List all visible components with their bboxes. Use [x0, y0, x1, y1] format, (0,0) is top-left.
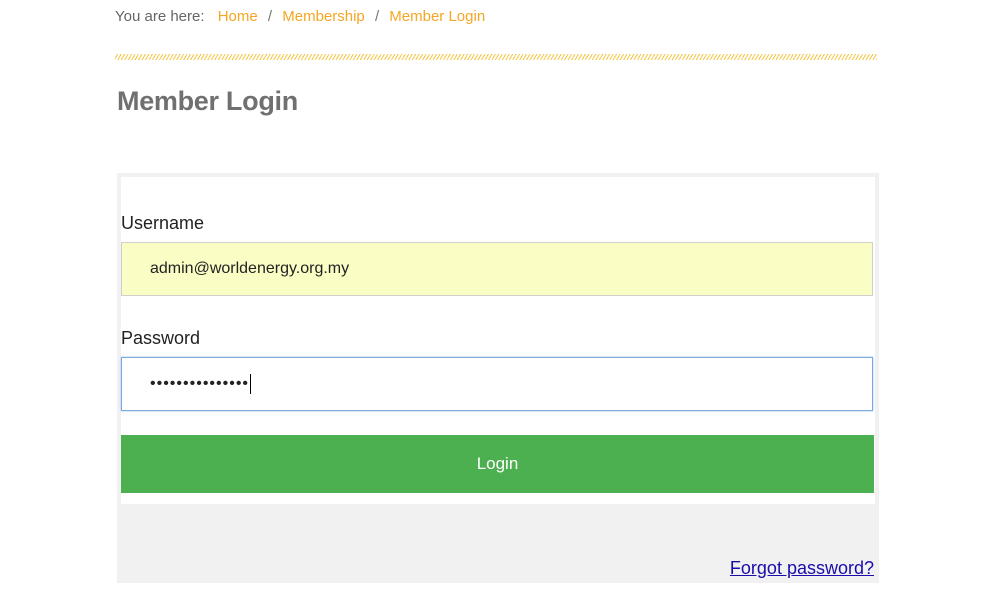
password-masked-value: ••••••••••••••• — [150, 375, 250, 392]
username-input[interactable] — [121, 242, 873, 296]
username-label: Username — [121, 213, 205, 233]
page: You are here: Home / Membership / Member… — [0, 0, 1000, 600]
breadcrumb: You are here: Home / Membership / Member… — [115, 8, 485, 25]
breadcrumb-member-login-link[interactable]: Member Login — [389, 8, 485, 25]
password-label: Password — [121, 328, 201, 348]
text-caret — [250, 374, 252, 394]
login-form-panel: Username Password ••••••••••••••• Login … — [117, 173, 879, 583]
hatched-divider — [115, 54, 877, 60]
login-button[interactable]: Login — [121, 435, 874, 493]
page-title: Member Login — [117, 86, 298, 116]
breadcrumb-separator: / — [374, 8, 380, 25]
breadcrumb-separator: / — [267, 8, 273, 25]
login-form: Username Password ••••••••••••••• Login — [121, 177, 875, 504]
forgot-password-link[interactable]: Forgot password? — [730, 558, 874, 579]
breadcrumb-home-link[interactable]: Home — [218, 8, 258, 25]
breadcrumb-membership-link[interactable]: Membership — [282, 8, 365, 25]
breadcrumb-prefix: You are here: — [115, 8, 205, 25]
password-input[interactable]: ••••••••••••••• — [121, 357, 873, 411]
